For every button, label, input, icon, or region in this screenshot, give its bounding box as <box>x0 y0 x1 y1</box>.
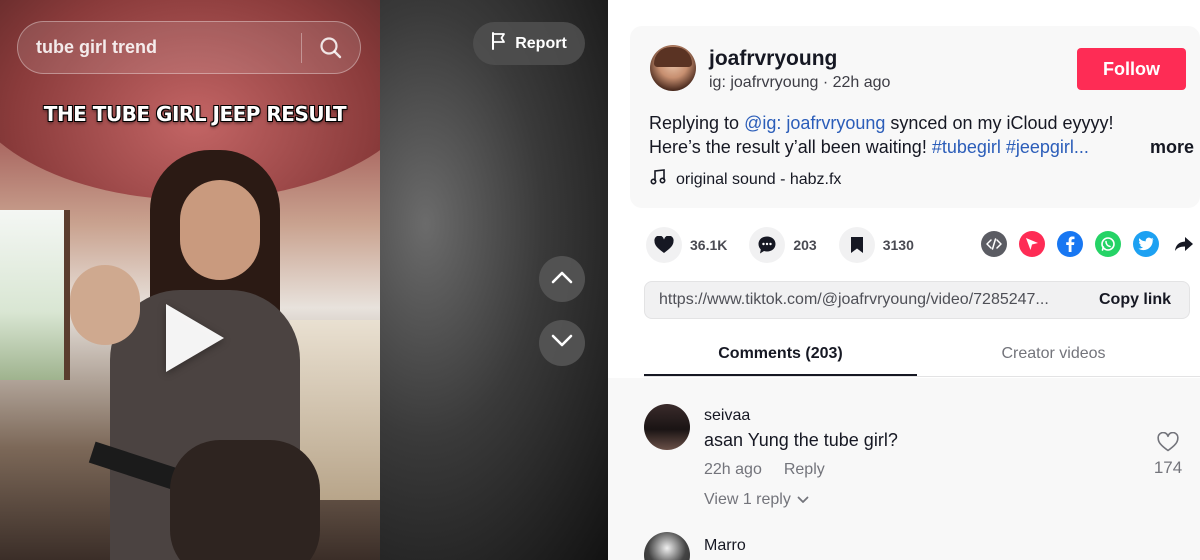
person-face <box>180 180 260 280</box>
play-icon[interactable] <box>166 304 224 372</box>
view-replies-button[interactable]: View 1 reply <box>704 491 809 509</box>
facebook-icon[interactable] <box>1057 231 1083 257</box>
avatar[interactable] <box>650 45 696 91</box>
hashtag-links[interactable]: #tubegirl #jeepgirl... <box>932 137 1089 157</box>
video-player[interactable]: THE TUBE GIRL JEEP RESULT tube girl tren… <box>0 0 608 560</box>
comment-action[interactable]: 203 <box>749 227 817 263</box>
side-panel: joafrvryoung ig: joafrvryoung · 22h ago … <box>608 0 1200 560</box>
chevron-down-icon <box>797 491 809 509</box>
next-video-button[interactable] <box>539 320 585 366</box>
video-url[interactable]: https://www.tiktok.com/@joafrvryoung/vid… <box>645 291 1081 309</box>
chevron-up-icon <box>551 270 573 289</box>
comment-username[interactable]: seivaa <box>704 407 750 425</box>
music-note-icon <box>650 169 666 190</box>
comment-icon[interactable] <box>749 227 786 263</box>
report-button[interactable]: Report <box>473 22 585 65</box>
save-count: 3130 <box>882 237 914 253</box>
sound-label: original sound - habz.fx <box>676 170 842 188</box>
mention-link[interactable]: @ig: joafrvryoung <box>744 113 885 133</box>
save-action[interactable]: 3130 <box>838 227 914 263</box>
video-caption: THE TUBE GIRL JEEP RESULT <box>43 102 347 126</box>
tab-comments[interactable]: Comments (203) <box>644 335 917 376</box>
avatar[interactable] <box>644 404 690 450</box>
video-frame[interactable]: THE TUBE GIRL JEEP RESULT <box>0 0 380 560</box>
send-icon[interactable] <box>1019 231 1045 257</box>
description-line2: Here’s the result y’all been waiting! <box>649 137 932 157</box>
twitter-icon[interactable] <box>1133 231 1159 257</box>
heart-icon[interactable] <box>646 227 682 263</box>
copy-link-button[interactable]: Copy link <box>1081 291 1189 309</box>
embed-icon[interactable] <box>981 231 1007 257</box>
share-row <box>981 231 1197 257</box>
author-name[interactable]: joafrvryoung <box>709 47 837 71</box>
report-label: Report <box>515 34 567 52</box>
person-leg <box>170 440 320 560</box>
like-count: 36.1K <box>690 237 728 253</box>
whatsapp-icon[interactable] <box>1095 231 1121 257</box>
like-action[interactable]: 36.1K <box>646 227 727 263</box>
search-bar[interactable]: tube girl trend <box>17 21 361 74</box>
search-input[interactable]: tube girl trend <box>18 37 301 58</box>
chevron-down-icon <box>551 334 573 353</box>
comment-count: 203 <box>793 237 817 253</box>
comment-meta: 22h ago Reply <box>704 461 825 479</box>
action-bar: 36.1K 203 3130 <box>646 226 936 264</box>
jeep-window <box>0 210 70 380</box>
search-icon[interactable] <box>302 22 360 73</box>
comment-like-count: 174 <box>1153 458 1183 477</box>
sound-link[interactable]: original sound - habz.fx <box>650 169 841 190</box>
comment-text: asan Yung the tube girl? <box>704 430 898 450</box>
comment-time: 22h ago <box>704 461 762 478</box>
copy-link-box: https://www.tiktok.com/@joafrvryoung/vid… <box>644 281 1190 319</box>
view-replies-label: View 1 reply <box>704 491 791 508</box>
flag-icon <box>491 32 507 55</box>
more-button[interactable]: more <box>1143 135 1194 159</box>
video-description: Replying to @ig: joafrvryoung synced on … <box>649 111 1194 159</box>
share-arrow-icon[interactable] <box>1171 231 1197 257</box>
follow-button[interactable]: Follow <box>1077 48 1186 90</box>
reply-button[interactable]: Reply <box>784 461 825 478</box>
tab-bar: Comments (203) Creator videos <box>644 335 1200 377</box>
tab-creator-videos[interactable]: Creator videos <box>917 335 1190 376</box>
person-hand <box>70 265 140 345</box>
previous-video-button[interactable] <box>539 256 585 302</box>
author-card: joafrvryoung ig: joafrvryoung · 22h ago … <box>630 26 1200 208</box>
bookmark-icon[interactable] <box>838 227 875 263</box>
comments-list <box>608 378 1200 560</box>
comment-heart-icon[interactable] <box>1150 431 1186 457</box>
author-subtitle: ig: joafrvryoung · 22h ago <box>709 74 891 91</box>
description-line1: synced on my iCloud eyyyy! <box>885 113 1114 133</box>
comment-username[interactable]: Marro <box>704 537 746 555</box>
reply-prefix: Replying to <box>649 113 745 133</box>
